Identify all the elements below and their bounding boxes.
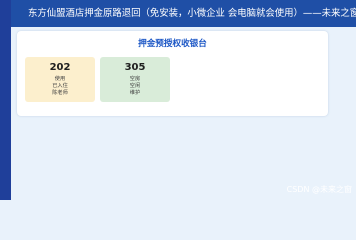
room-number: 305 [124,62,146,73]
header-bar: 东方仙盟酒店押金原路退回（免安装，小微企业 会电脑就会使用）——未来之窗 [11,0,356,27]
room-occupancy-line: 空闲 [129,83,141,89]
left-sidebar-strip [0,0,11,200]
panel-title: 押金预授权收银台 [138,39,207,49]
room-guest-line: 陈老师 [52,90,68,96]
watermark-text: CSDN @未来之窗 [286,185,352,194]
room-number: 202 [49,62,71,73]
header-title: 东方仙盟酒店押金原路退回（免安装，小微企业 会电脑就会使用）——未来之窗 [28,8,356,19]
room-occupancy-line: 已入住 [52,83,68,89]
room-status-line: 空房 [129,76,141,82]
room-tile-305[interactable]: 305 空房 空闲 维护 [100,57,170,102]
room-status-line: 使用 [54,76,66,82]
room-tile-202[interactable]: 202 使用 已入住 陈老师 [25,57,95,102]
room-guest-line: 维护 [129,90,141,96]
cashier-panel: 押金预授权收银台 202 使用 已入住 陈老师 305 空房 空闲 维护 [17,31,328,116]
